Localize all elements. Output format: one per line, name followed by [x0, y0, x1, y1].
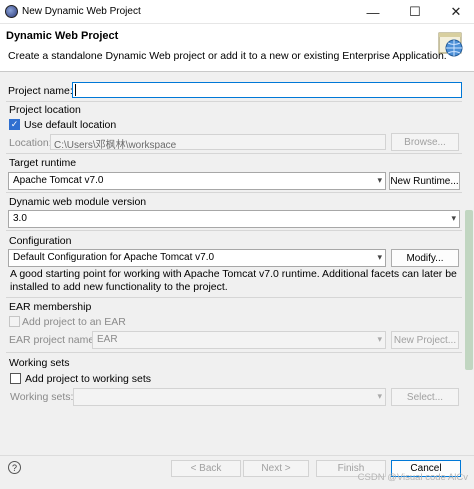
target-runtime-select[interactable]: Apache Tomcat v7.0 ▾: [8, 172, 386, 190]
target-runtime-value: Apache Tomcat v7.0: [13, 175, 104, 186]
close-button[interactable]: ✕: [438, 0, 474, 24]
module-version-select[interactable]: 3.0 ▾: [8, 210, 460, 228]
location-label: Location:: [9, 137, 52, 149]
ear-membership-group-label: EAR membership: [9, 301, 92, 313]
minimize-button[interactable]: —: [355, 0, 391, 24]
footer-divider: [0, 455, 474, 456]
chevron-down-icon: ▾: [377, 175, 382, 185]
web-project-globe-icon: [438, 32, 463, 57]
watermark: CSDN @Visual code AlCv: [357, 472, 468, 483]
select-working-sets-button[interactable]: Select...: [391, 388, 459, 406]
ear-project-value: EAR: [97, 334, 118, 345]
add-to-working-sets-checkbox[interactable]: [10, 373, 21, 384]
chevron-down-icon: ▾: [377, 252, 382, 262]
working-sets-select[interactable]: ▾: [73, 388, 386, 406]
working-sets-group-label: Working sets: [9, 357, 70, 369]
location-input[interactable]: C:\Users\邓枫林\workspace: [50, 134, 386, 150]
browse-button[interactable]: Browse...: [391, 133, 459, 151]
new-runtime-button[interactable]: New Runtime...: [389, 172, 460, 190]
ear-project-name-label: EAR project name:: [9, 334, 98, 346]
next-button[interactable]: Next >: [243, 460, 309, 477]
chevron-down-icon: ▾: [377, 391, 382, 401]
add-to-working-sets-label: Add project to working sets: [25, 373, 152, 385]
wizard-header: Dynamic Web Project Create a standalone …: [0, 24, 474, 72]
module-version-value: 3.0: [13, 213, 27, 224]
module-version-group-label: Dynamic web module version: [9, 196, 147, 208]
configuration-group-label: Configuration: [9, 235, 72, 247]
ear-project-select[interactable]: EAR ▾: [92, 331, 386, 349]
use-default-location-checkbox[interactable]: ✓: [9, 119, 20, 130]
use-default-location-label: Use default location: [24, 119, 117, 131]
configuration-value: Default Configuration for Apache Tomcat …: [13, 252, 215, 263]
group-divider: [6, 352, 462, 353]
chevron-down-icon: ▾: [451, 213, 456, 223]
group-divider: [6, 153, 462, 154]
group-divider: [6, 297, 462, 298]
window-title: New Dynamic Web Project: [22, 6, 141, 17]
project-location-group-label: Project location: [9, 104, 81, 116]
new-ear-project-button[interactable]: New Project...: [391, 331, 459, 349]
add-to-ear-checkbox[interactable]: [9, 316, 20, 327]
group-divider: [6, 192, 462, 193]
page-description: Create a standalone Dynamic Web project …: [8, 50, 447, 62]
scrollbar-thumb[interactable]: [465, 210, 473, 370]
help-icon[interactable]: ?: [8, 461, 21, 474]
page-title: Dynamic Web Project: [6, 30, 119, 42]
add-to-ear-label: Add project to an EAR: [22, 316, 126, 328]
window-titlebar: New Dynamic Web Project — ☐ ✕: [0, 0, 474, 24]
modify-button[interactable]: Modify...: [391, 249, 459, 267]
configuration-description: A good starting point for working with A…: [10, 268, 457, 293]
back-button[interactable]: < Back: [171, 460, 241, 477]
configuration-select[interactable]: Default Configuration for Apache Tomcat …: [8, 249, 386, 267]
target-runtime-group-label: Target runtime: [9, 157, 77, 169]
maximize-button[interactable]: ☐: [397, 0, 433, 24]
text-cursor: [75, 84, 76, 96]
working-sets-label: Working sets:: [10, 391, 74, 403]
group-divider: [6, 230, 462, 231]
project-name-label: Project name:: [8, 85, 73, 97]
project-name-input[interactable]: [72, 82, 462, 98]
group-divider: [6, 101, 462, 102]
chevron-down-icon: ▾: [377, 334, 382, 344]
eclipse-icon: [5, 5, 18, 18]
